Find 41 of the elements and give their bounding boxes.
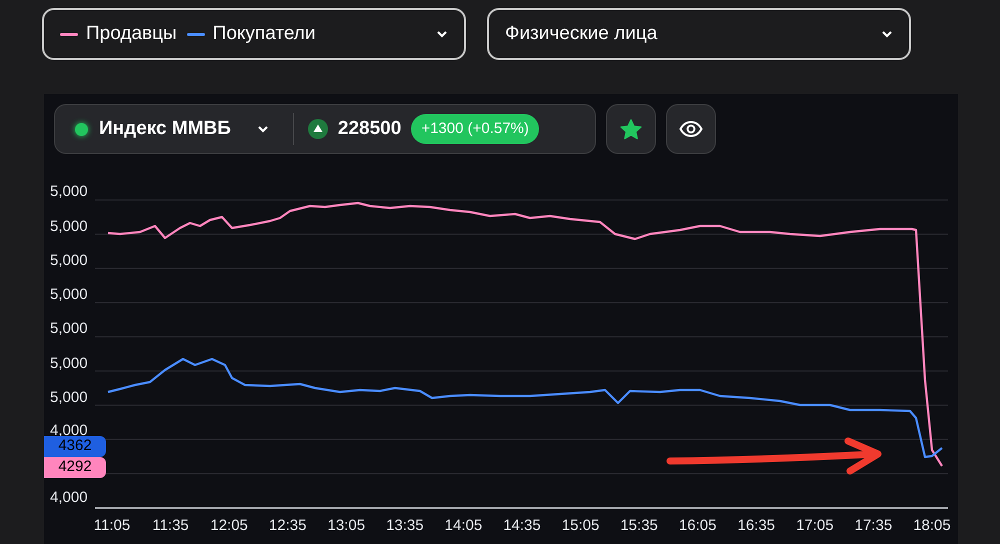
x-axis-label: 18:05 — [913, 517, 951, 534]
filter-dropdown[interactable]: Физические лица — [487, 8, 911, 60]
chevron-icon[interactable] — [256, 125, 269, 133]
eye-icon — [679, 121, 703, 137]
price-tag: 4362 — [44, 436, 106, 457]
favorite-button[interactable] — [606, 104, 656, 154]
x-axis-label: 16:35 — [738, 517, 776, 534]
x-axis-label: 13:05 — [328, 517, 366, 534]
x-axis-label: 14:35 — [503, 517, 541, 534]
x-axis-label: 12:05 — [210, 517, 248, 534]
x-axis-label: 11:05 — [94, 517, 130, 534]
view-button[interactable] — [666, 104, 716, 154]
x-axis-label: 17:05 — [796, 517, 834, 534]
y-axis-label: 5,000 — [50, 355, 88, 372]
y-axis-label: 5,000 — [50, 183, 88, 200]
star-icon — [620, 118, 642, 140]
y-axis-label: 5,000 — [50, 389, 88, 406]
x-axis-label: 15:05 — [562, 517, 600, 534]
y-axis-label: 5,000 — [50, 252, 88, 269]
x-axis-label: 11:35 — [152, 517, 189, 534]
x-axis-label: 17:35 — [854, 517, 892, 534]
x-axis-label: 12:35 — [268, 517, 306, 534]
instrument-name[interactable]: Индекс ММВБ — [99, 114, 231, 144]
x-axis-label: 15:35 — [620, 517, 658, 534]
filter-value: Физические лица — [505, 22, 658, 46]
chevron-icon — [881, 30, 893, 38]
y-axis-label: 5,000 — [50, 218, 88, 235]
legend-label: Продавцы — [86, 22, 177, 46]
index-price: 228500 — [338, 116, 402, 141]
chevron-icon — [436, 30, 448, 38]
y-axis-label: 4,000 — [50, 422, 88, 439]
y-axis-label: 5,000 — [50, 320, 88, 337]
change-badge: +1300 (+0.57%) — [411, 114, 539, 144]
x-axis-label: 14:05 — [444, 517, 482, 534]
y-axis-label: 4,000 — [50, 489, 88, 506]
legend-label: Покупатели — [212, 22, 316, 46]
y-axis-label: 5,000 — [50, 286, 88, 303]
x-axis-label: 16:05 — [678, 517, 716, 534]
series-dropdown[interactable]: Продавцы Покупатели — [42, 8, 466, 60]
price-tag: 4292 — [44, 457, 106, 478]
x-axis-label: 13:35 — [386, 517, 424, 534]
